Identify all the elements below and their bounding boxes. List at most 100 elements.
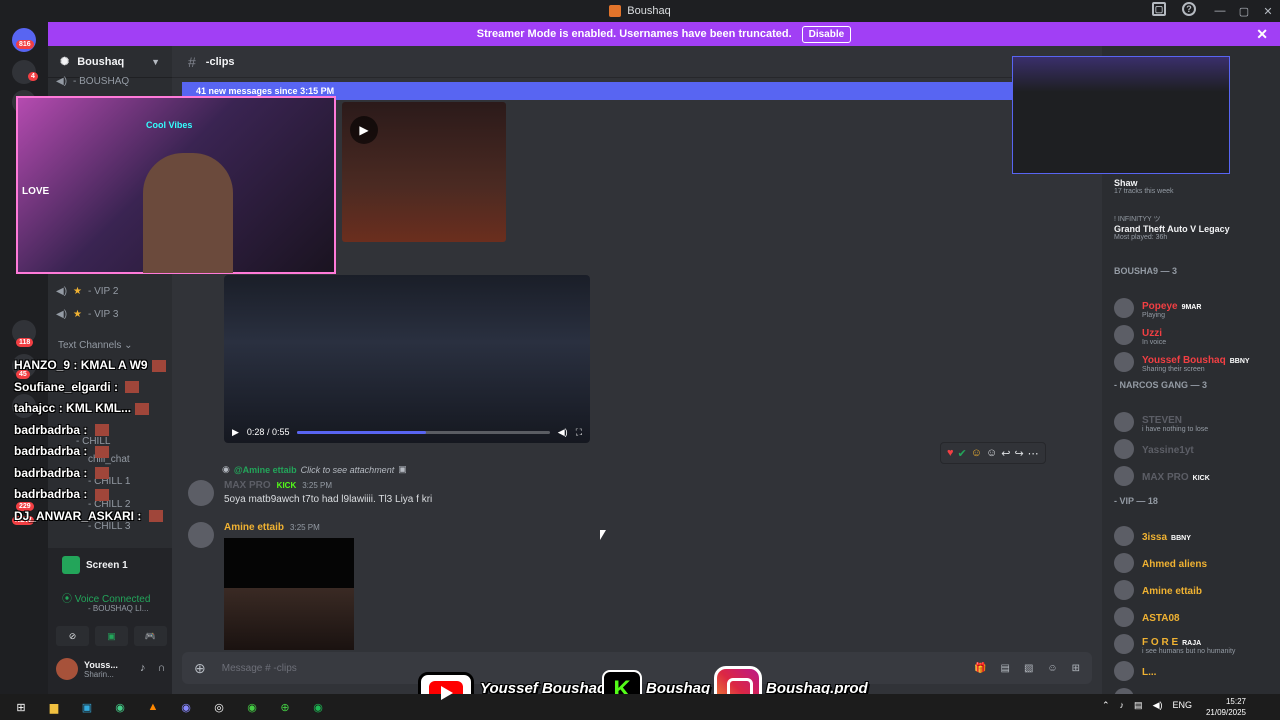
video-thumbnail[interactable]: ▶: [342, 102, 506, 242]
gif-icon[interactable]: ▤: [1000, 663, 1009, 674]
headphones-icon[interactable]: ∩: [158, 662, 166, 675]
message-author[interactable]: MAX PRO KICK 3:25 PM: [224, 480, 332, 491]
gift-icon[interactable]: 🎁: [974, 663, 986, 674]
voice-channel-boushaq[interactable]: ◀) - BOUSHAQ: [56, 72, 129, 90]
screen-share-row[interactable]: Screen 1: [62, 556, 128, 574]
overlay-username: badrbadrba: [14, 487, 81, 501]
signal-icon: ⦿: [62, 594, 72, 605]
help-icon[interactable]: ?: [1182, 2, 1196, 16]
start-icon[interactable]: ⊞: [9, 695, 33, 719]
play-icon[interactable]: ▶: [232, 427, 239, 438]
clock[interactable]: 15:27 21/09/2025: [1206, 696, 1246, 718]
screen-share-preview[interactable]: [1012, 56, 1230, 174]
system-tray[interactable]: ⌃ ♪ ▤ ◀) ENG: [1102, 700, 1192, 711]
steam-icon[interactable]: ◎: [207, 695, 231, 719]
member-item[interactable]: MAX PRO KICK: [1114, 464, 1280, 488]
chrome-icon[interactable]: ◉: [108, 695, 132, 719]
member-item[interactable]: Amine ettaib: [1114, 578, 1280, 602]
attachment-image[interactable]: [224, 588, 354, 650]
app-icon[interactable]: ⊕: [273, 695, 297, 719]
disable-streamer-mode-button[interactable]: Disable: [801, 25, 852, 43]
message-actions-bar: ♥ ✔ ☺ ☺ ↩ ↪ ⋯: [940, 442, 1046, 464]
video-player[interactable]: ▶ 0:28 / 0:55 ◀) ⛶: [224, 275, 590, 443]
member-name: 3issa: [1142, 532, 1168, 543]
current-user[interactable]: Youss... Sharin...: [56, 658, 118, 680]
maximize-button[interactable]: ▢: [1232, 0, 1256, 22]
member-item[interactable]: Popeye 9MAR Playing: [1114, 296, 1280, 320]
title-bar: Boushaq ▢ ? — ▢ ✕: [0, 0, 1280, 22]
member-tag: BBNY: [1171, 535, 1191, 542]
more-icon[interactable]: ⋯: [1028, 447, 1039, 460]
microphone-icon[interactable]: ♪: [140, 662, 146, 675]
mic-icon[interactable]: ♪: [1120, 700, 1125, 711]
avatar[interactable]: [188, 522, 214, 548]
member-item[interactable]: Yassine1yt: [1114, 437, 1280, 461]
reply-reference[interactable]: ◉ @Amine ettaib Click to see attachment …: [222, 464, 407, 475]
server-icon-small: ✺: [60, 56, 70, 68]
avatar: [1114, 352, 1134, 372]
reply-icon[interactable]: ↩: [1001, 447, 1010, 460]
minimize-button[interactable]: —: [1208, 0, 1232, 22]
avatar: [1114, 439, 1134, 459]
avatar: [1114, 580, 1134, 600]
camera-off-button[interactable]: ⊘: [56, 626, 89, 646]
forward-icon[interactable]: ↪: [1014, 447, 1023, 460]
avatar[interactable]: [188, 480, 214, 506]
member-item[interactable]: Uzzi In voice: [1114, 323, 1280, 347]
member-item[interactable]: STEVEN i have nothing to lose: [1114, 410, 1280, 434]
heart-reaction[interactable]: ♥: [947, 447, 954, 459]
avatar: [1114, 466, 1134, 486]
add-reaction-icon[interactable]: ☺: [986, 447, 997, 459]
activity-card[interactable]: ! INFINITYY ツ Grand Theft Auto V Legacy …: [1114, 214, 1230, 241]
channel-header: # -clips: [172, 46, 1102, 78]
discord-icon[interactable]: ◉: [174, 695, 198, 719]
network-icon[interactable]: ▤: [1134, 700, 1143, 711]
member-item[interactable]: ASTA08: [1114, 605, 1280, 629]
language-indicator[interactable]: ENG: [1172, 700, 1192, 711]
emote-icon: [94, 424, 109, 437]
overlay-username: DJ_ANWAR_ASKARI: [14, 508, 135, 523]
overlay-chat-line: badrbadrba :: [14, 487, 109, 501]
emoji-icon[interactable]: ☺: [1047, 663, 1057, 674]
file-explorer-icon[interactable]: ▆: [42, 695, 66, 719]
category-text-channels[interactable]: Text Channels ⌄: [58, 340, 133, 351]
video-progress-bar[interactable]: [297, 430, 550, 434]
voice-channel-vip-2[interactable]: ◀) ★ - VIP 2: [56, 282, 118, 300]
overlay-username: badrbadrba: [14, 465, 81, 480]
chevron-up-icon[interactable]: ⌃: [1102, 700, 1110, 711]
share-screen-button[interactable]: ▣: [95, 626, 128, 646]
member-tag: KICK: [1192, 475, 1210, 482]
member-name: Yassine1yt: [1142, 445, 1194, 456]
laugh-reaction[interactable]: ☺: [971, 447, 982, 459]
message-author[interactable]: Amine ettaib 3:25 PM: [224, 522, 320, 533]
member-item[interactable]: 3issa BBNY: [1114, 524, 1280, 548]
check-reaction[interactable]: ✔: [958, 447, 967, 460]
fullscreen-icon[interactable]: ⛶: [576, 427, 582, 438]
member-item[interactable]: F O R E RAJA i see humans but no humanity: [1114, 632, 1280, 656]
vlc-icon[interactable]: ▲: [141, 695, 165, 719]
window-title-text: Boushaq: [627, 5, 671, 17]
message-input[interactable]: Message # -clips: [222, 663, 297, 674]
volume-icon[interactable]: ◀): [1153, 700, 1163, 711]
member-item[interactable]: Youssef Boushaq BBNY Sharing their screen: [1114, 350, 1280, 374]
apps-icon[interactable]: ⊞: [1072, 663, 1080, 674]
inbox-icon[interactable]: ▢: [1152, 2, 1166, 16]
close-banner-icon[interactable]: ✕: [1256, 26, 1268, 43]
activity-button[interactable]: 🎮: [134, 626, 167, 646]
spotify-icon[interactable]: ◉: [306, 695, 330, 719]
member-item[interactable]: Ahmed aliens: [1114, 551, 1280, 575]
attachment-image[interactable]: [224, 538, 354, 590]
activity-card[interactable]: Shaw 17 tracks this week: [1114, 178, 1174, 195]
sticker-icon[interactable]: ▧: [1024, 663, 1033, 674]
overlay-chat-line: Soufiane_elgardi :: [14, 380, 140, 394]
app-icon[interactable]: ◉: [240, 695, 264, 719]
member-item[interactable]: L...: [1114, 659, 1280, 683]
voice-connected-status[interactable]: ⦿ Voice Connected: [62, 590, 150, 605]
add-attachment-icon[interactable]: ⊕: [194, 660, 206, 677]
clock-time: 15:27: [1225, 697, 1246, 706]
voice-channel-vip-3[interactable]: ◀) ★ - VIP 3: [56, 305, 118, 323]
volume-icon[interactable]: ◀): [558, 427, 568, 438]
app-icon[interactable]: ▣: [75, 695, 99, 719]
play-icon[interactable]: ▶: [350, 116, 378, 144]
close-window-button[interactable]: ✕: [1256, 0, 1280, 22]
